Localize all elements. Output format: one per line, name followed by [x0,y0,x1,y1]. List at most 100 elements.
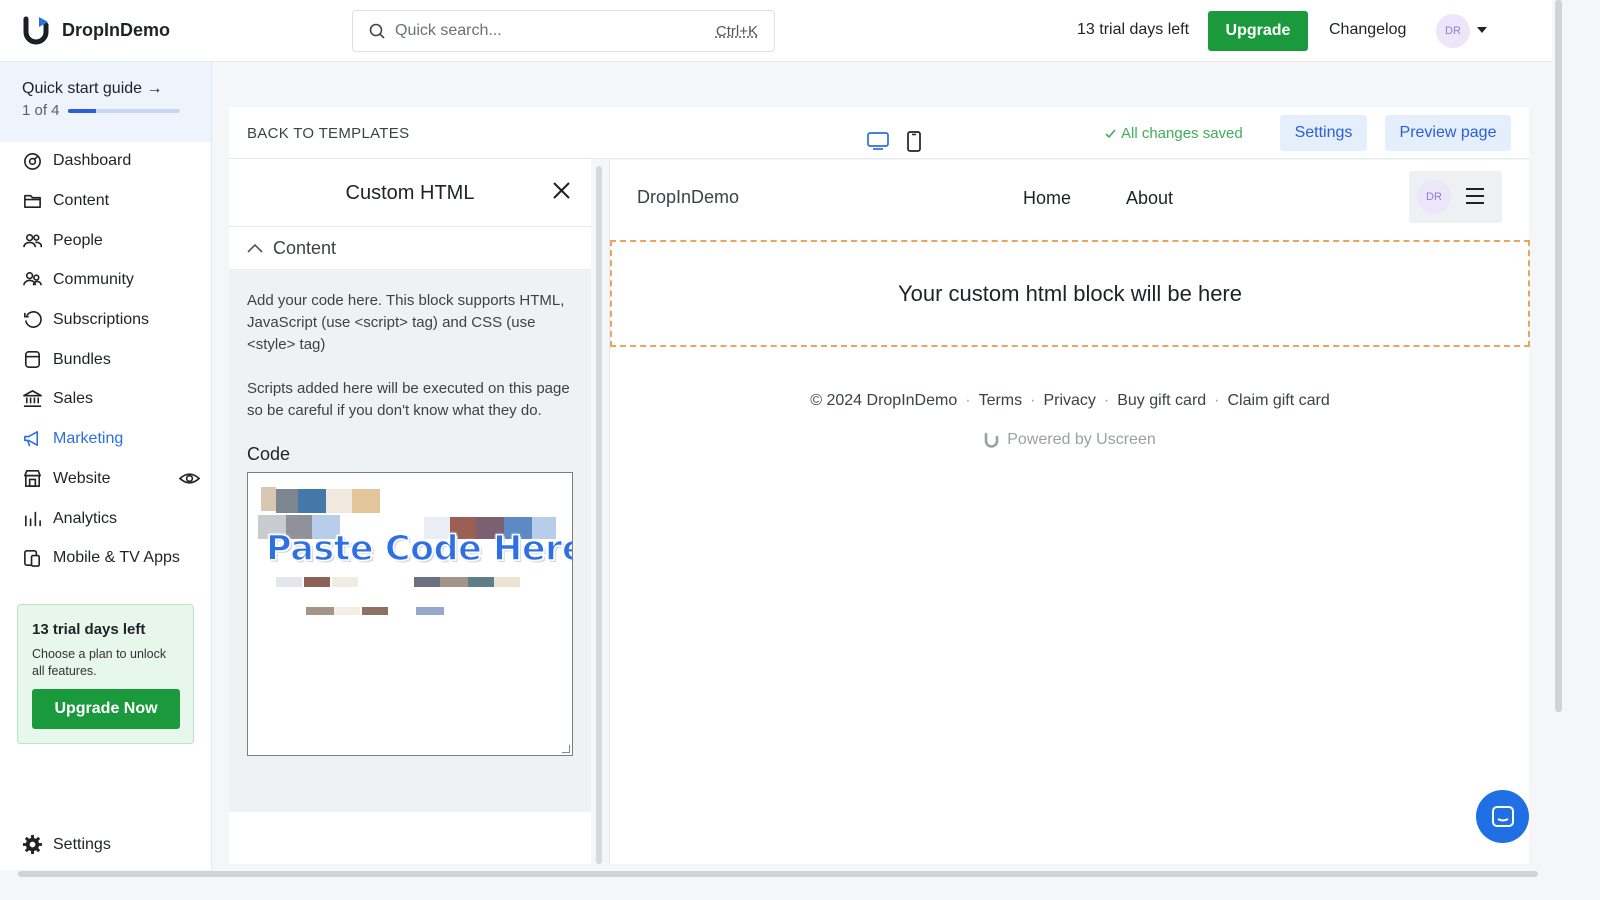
settings-label: Settings [53,835,111,853]
eye-icon[interactable] [179,468,200,489]
script-warning: Scripts added here will be executed on t… [247,380,570,419]
panel-title: Custom HTML [229,159,591,227]
sidebar-item-sales[interactable]: Sales [22,388,200,409]
top-bar: DropInDemo Ctrl+K 13 trial days left Upg… [0,0,1552,62]
sidebar-item-label: Bundles [53,350,111,368]
sidebar-item-label: Marketing [53,429,124,447]
trial-card-title: 13 trial days left [32,621,146,638]
upgrade-now-button[interactable]: Upgrade Now [32,689,180,729]
sidebar-item-analytics[interactable]: Analytics [22,508,200,529]
site-avatar: DR [1417,180,1451,214]
mobile-icon[interactable] [907,131,921,152]
quick-start-guide[interactable]: Quick start guide → 1 of 4 [0,62,211,142]
footer-terms-link[interactable]: Terms [979,392,1023,409]
hamburger-menu-icon [1466,188,1484,209]
site-header: DropInDemo Home About DR [610,160,1530,240]
trial-card: 13 trial days left Choose a plan to unlo… [17,604,194,744]
site-nav-home[interactable]: Home [1023,188,1071,209]
brand[interactable]: DropInDemo [22,15,170,45]
resize-handle[interactable] [562,745,570,753]
preview-page-button[interactable]: Preview page [1385,115,1511,151]
quick-start-title: Quick start guide → [22,80,163,97]
page-vertical-scrollbar[interactable] [1555,0,1562,712]
bar-chart-icon [25,511,41,527]
footer-copyright: © 2024 DropInDemo [810,392,958,409]
devices-icon [24,550,40,567]
back-to-templates-link[interactable]: BACK TO TEMPLATES [247,125,409,142]
store-icon [24,470,41,487]
upgrade-button[interactable]: Upgrade [1208,11,1308,51]
chat-launcher-button[interactable] [1476,790,1529,843]
bundle-icon [25,351,40,368]
powered-by-text: Powered by Uscreen [1007,431,1156,448]
sidebar-item-label: Mobile & TV Apps [53,548,180,566]
sidebar-item-subscriptions[interactable]: Subscriptions [22,309,200,330]
search-input[interactable] [395,22,716,40]
code-textarea[interactable]: Paste Code Here [247,472,573,756]
sidebar-item-website[interactable]: Website [22,468,200,489]
close-icon[interactable] [552,181,571,200]
paste-code-overlay: Paste Code Here [265,528,573,570]
sidebar-item-community[interactable]: Community [22,269,200,290]
save-status-text: All changes saved [1121,125,1243,142]
folder-icon [24,194,41,208]
community-icon [23,272,42,286]
sidebar-item-bundles[interactable]: Bundles [22,349,200,370]
content-section-body: Add your code here. This block supports … [229,270,591,812]
sidebar-item-label: People [53,231,103,249]
refresh-icon [24,311,42,328]
sidebar-item-label: Analytics [53,509,118,527]
chevron-down-icon[interactable] [1477,27,1487,33]
sidebar-item-label: Dashboard [53,151,132,169]
avatar[interactable]: DR [1436,14,1470,48]
page-horizontal-scrollbar[interactable] [18,871,1538,877]
desktop-icon[interactable] [867,132,889,151]
people-icon [23,233,43,248]
panel-scrollbar[interactable] [596,166,602,864]
footer-privacy-link[interactable]: Privacy [1043,392,1095,409]
sidebar-item-content[interactable]: Content [22,190,200,211]
search-box[interactable]: Ctrl+K [352,10,775,52]
uscreen-logo-icon [984,432,999,448]
chat-icon [1491,805,1514,827]
page-preview: DropInDemo Home About DR Your custom htm… [609,160,1530,864]
site-brand[interactable]: DropInDemo [637,187,739,208]
search-shortcut: Ctrl+K [715,22,758,40]
save-status: All changes saved [1104,125,1243,142]
megaphone-icon [24,431,39,447]
trial-days-text: 13 trial days left [1077,21,1190,38]
block-settings-panel: Custom HTML Content Add your code here. … [229,159,591,864]
site-user-menu[interactable]: DR [1409,171,1502,223]
trial-card-text: Choose a plan to unlock all features. [32,647,167,678]
page-settings-button[interactable]: Settings [1280,115,1367,151]
sidebar-item-mobile-tv-apps[interactable]: Mobile & TV Apps [22,547,200,568]
sidebar-item-label: Subscriptions [53,310,150,328]
uscreen-logo-icon [23,16,49,45]
custom-html-block[interactable]: Your custom html block will be here [610,240,1530,347]
quick-start-progress [67,108,180,113]
sidebar-item-dashboard[interactable]: Dashboard [22,150,200,171]
section-label: Content [273,237,337,258]
dashboard-icon [24,153,41,170]
search-icon [369,23,385,39]
sidebar-item-marketing[interactable]: Marketing [22,428,200,449]
site-nav-about[interactable]: About [1126,188,1173,209]
code-label: Code [247,444,291,464]
editor-header: BACK TO TEMPLATES All changes saved Sett… [229,107,1529,159]
footer-claim-gift-card-link[interactable]: Claim gift card [1228,392,1330,409]
changelog-link[interactable]: Changelog [1329,21,1406,39]
quick-start-count: 1 of 4 [22,102,60,119]
chevron-up-icon [247,243,263,253]
sidebar-item-label: Content [53,191,110,209]
sidebar-item-people[interactable]: People [22,230,200,251]
powered-by[interactable]: Powered by Uscreen [610,431,1530,449]
footer-buy-gift-card-link[interactable]: Buy gift card [1117,392,1206,409]
brand-name: DropInDemo [62,19,170,40]
sidebar-item-settings[interactable]: Settings [22,834,111,855]
bank-icon [23,390,42,407]
content-section-toggle[interactable]: Content [229,227,591,270]
sidebar-item-label: Sales [53,389,94,407]
sidebar: Quick start guide → 1 of 4 Dashboard Con… [0,62,212,870]
sidebar-item-label: Website [53,469,111,487]
check-icon [1105,129,1116,139]
